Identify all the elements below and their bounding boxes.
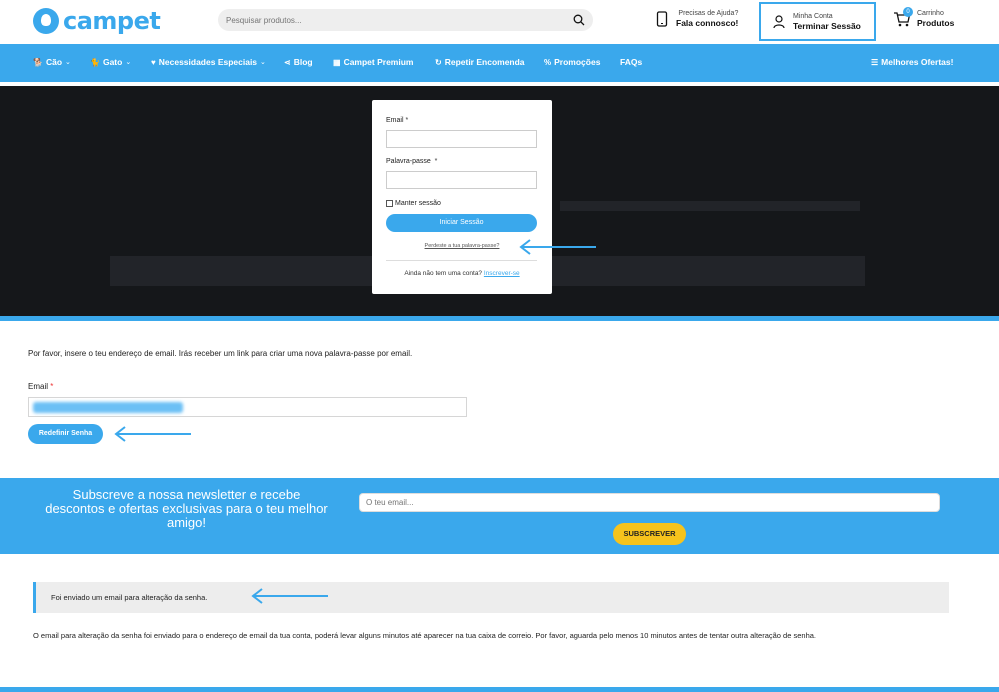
login-password-input[interactable] xyxy=(386,171,537,189)
divider xyxy=(386,260,537,261)
remember-checkbox[interactable] xyxy=(386,200,393,207)
logout-link[interactable]: Terminar Sessão xyxy=(793,21,861,32)
annotation-arrow-up-icon xyxy=(810,45,828,78)
reset-email-input[interactable] xyxy=(28,397,467,417)
nav-item-faqs[interactable]: FAQs xyxy=(620,57,642,67)
overlay-bg-line xyxy=(560,201,860,211)
newsletter-section: Subscreve a nossa newsletter e recebe de… xyxy=(0,478,999,554)
remember-label: Manter sessão xyxy=(395,200,441,207)
success-notice: Foi enviado um email para alteração da s… xyxy=(33,582,949,613)
nav-item-campet-premium[interactable]: ▦ Campet Premium xyxy=(333,57,413,67)
refresh-icon: ↻ xyxy=(435,57,442,67)
percent-icon: % xyxy=(544,57,552,67)
help-top-label: Precisas de Ajuda? xyxy=(678,10,739,17)
nav-item-blog[interactable]: ⋖ Blog xyxy=(284,57,313,67)
reset-password-button[interactable]: Redefinir Senha xyxy=(28,424,103,444)
footer-bar xyxy=(0,687,999,692)
register-link[interactable]: Inscrever-se xyxy=(484,270,520,277)
section-divider xyxy=(0,316,999,321)
care-icon: ♥ xyxy=(151,57,156,67)
newsletter-email-input[interactable] xyxy=(359,493,940,512)
cart[interactable]: 0 Carrinho Produtos xyxy=(893,7,955,29)
nav-item-necessidades-especiais[interactable]: ♥ Necessidades Especiais ⌄ xyxy=(151,57,266,67)
search-icon[interactable] xyxy=(573,14,585,26)
main-nav: 🐕 Cão ⌄ 🐈 Gato ⌄ ♥ Necessidades Especiai… xyxy=(0,44,999,82)
notice-text: Foi enviado um email para alteração da s… xyxy=(51,593,208,602)
chevron-down-icon: ⌄ xyxy=(260,59,266,66)
login-email-input[interactable] xyxy=(386,130,537,148)
search-bar xyxy=(218,9,593,31)
site-header: campet Precisas de Ajuda? Fala connosco!… xyxy=(0,0,999,44)
nav-item-repetir-encomenda[interactable]: ↻ Repetir Encomenda xyxy=(435,57,525,67)
account-top-label: Minha Conta xyxy=(793,12,833,20)
redacted-email xyxy=(33,402,183,413)
cart-top-label: Carrinho xyxy=(917,10,944,17)
user-icon xyxy=(773,14,785,28)
calendar-icon: ▦ xyxy=(333,57,341,67)
brand-name: campet xyxy=(63,7,161,35)
logo[interactable]: campet xyxy=(33,6,161,36)
login-password-label: Palavra-passe * xyxy=(386,158,438,165)
login-button[interactable]: Iniciar Sessão xyxy=(386,214,537,232)
reset-email-label: Email * xyxy=(28,382,54,391)
annotation-arrow-left-icon xyxy=(114,426,191,442)
dog-icon: 🐕 xyxy=(33,57,43,67)
search-input[interactable] xyxy=(226,12,566,28)
nav-item-promocoes[interactable]: % Promoções xyxy=(544,57,600,67)
chevron-down-icon: ⌄ xyxy=(125,59,132,66)
menu-icon: ☰ xyxy=(871,57,879,67)
annotation-arrow-left-icon xyxy=(519,239,596,255)
newsletter-text: Subscreve a nossa newsletter e recebe de… xyxy=(45,487,328,530)
nav-item-best-offers[interactable]: ☰ Melhores Ofertas! xyxy=(871,57,953,67)
reset-instruction: Por favor, insere o teu endereço de emai… xyxy=(28,349,413,358)
subscribe-button[interactable]: SUBSCREVER xyxy=(613,523,686,545)
account-menu[interactable]: Minha Conta Terminar Sessão xyxy=(759,2,876,41)
help-contact[interactable]: Precisas de Ajuda? Fala connosco! xyxy=(656,9,738,29)
phone-icon xyxy=(656,11,668,27)
login-modal: Email * Palavra-passe * Manter sessão In… xyxy=(372,100,552,294)
cart-count-badge: 0 xyxy=(903,7,913,17)
notice-detail: O email para alteração da senha foi envi… xyxy=(33,631,816,640)
logo-icon xyxy=(33,8,59,34)
register-prompt: Ainda não tem uma conta? Inscrever-se xyxy=(404,270,520,277)
login-email-label: Email * xyxy=(386,117,409,124)
help-bottom-label: Fala connosco! xyxy=(676,18,739,28)
chevron-down-icon: ⌄ xyxy=(65,59,71,66)
nav-item-gato[interactable]: 🐈 Gato ⌄ xyxy=(90,57,131,67)
cat-icon: 🐈 xyxy=(90,57,100,67)
share-icon: ⋖ xyxy=(284,57,291,67)
annotation-arrow-left-icon xyxy=(251,588,328,604)
cart-bottom-label: Produtos xyxy=(917,18,955,28)
nav-item-cao[interactable]: 🐕 Cão ⌄ xyxy=(33,57,71,67)
